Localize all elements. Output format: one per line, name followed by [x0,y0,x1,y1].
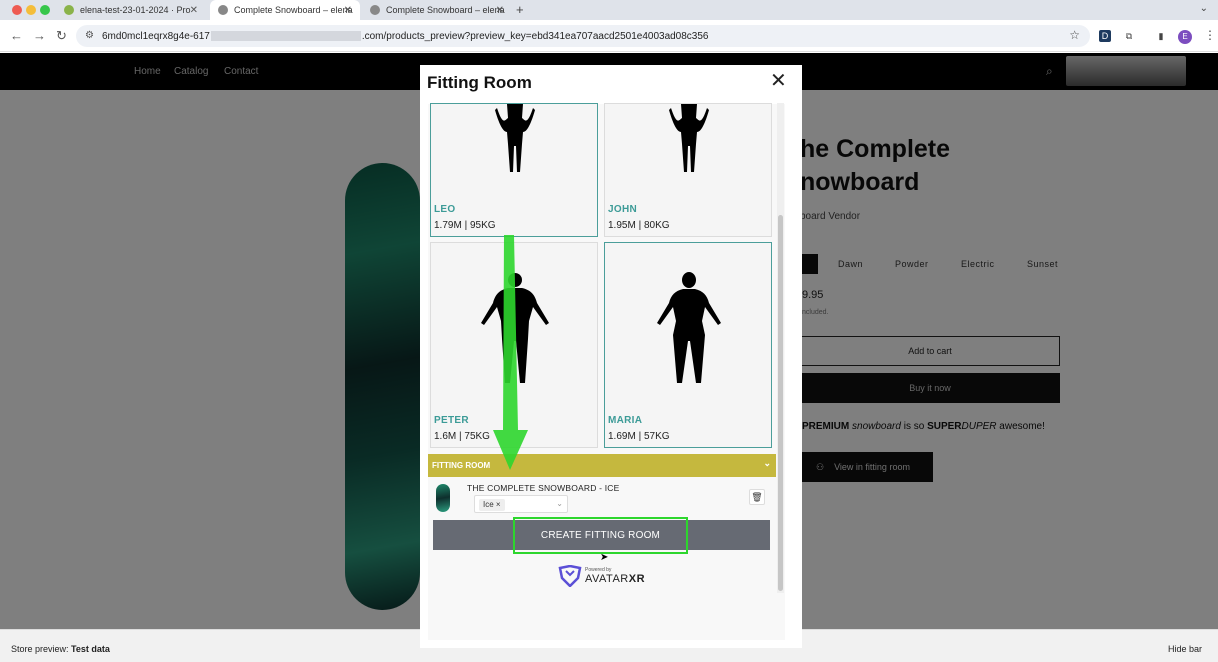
variant-select[interactable]: Ice × ⌄ [474,495,568,513]
tab-3[interactable]: Complete Snowboard – elena ✕ [362,0,512,20]
tab-label: elena-test-23-01-2024 · Pro [80,5,191,15]
bookmark-star-icon[interactable]: ☆ [1069,28,1080,42]
avatar-card-john[interactable]: JOHN 1.95M | 80KG [604,103,772,237]
tab-label: Complete Snowboard – elena [386,5,505,15]
modal-title: Fitting Room [427,73,532,92]
close-window-button[interactable] [12,5,22,15]
shopify-icon [64,5,74,15]
avatar-card-peter[interactable]: PETER 1.6M | 75KG [430,242,598,448]
avatar-name: JOHN [608,204,637,215]
more-menu-icon[interactable]: ⋮ [1204,28,1216,42]
avatar-name: PETER [434,415,469,426]
maximize-window-button[interactable] [40,5,50,15]
item-title: THE COMPLETE SNOWBOARD - ICE [467,483,620,493]
extension-icon[interactable]: D [1099,30,1111,42]
globe-icon [370,5,380,15]
female-figure-icon [657,272,721,383]
puzzle-icon[interactable]: ⧉ [1123,30,1135,42]
variant-tag[interactable]: Ice × [479,499,505,511]
create-fitting-room-button[interactable]: CREATE FITTING ROOM [513,517,688,554]
back-icon[interactable]: ← [10,28,23,43]
reload-icon[interactable]: ↻ [56,28,67,44]
url-field[interactable]: ⚙ 6md0mcl1eqrx8g4e-617 .com/products_prev… [76,25,1090,47]
avatar-name: LEO [434,204,456,215]
minimize-window-button[interactable] [26,5,36,15]
preview-label: Store preview: Test data [11,644,110,654]
browser-tab-bar: elena-test-23-01-2024 · Pro ✕ Complete S… [0,0,1218,20]
male-figure-icon [481,273,549,383]
avatar-stats: 1.79M | 95KG [434,220,496,231]
mouse-cursor-icon: ➤ [600,552,609,563]
close-icon[interactable]: ✕ [770,71,787,91]
avatar-stats: 1.6M | 75KG [434,431,490,442]
avatar-stats: 1.69M | 57KG [608,431,670,442]
redacted-host [210,31,361,41]
new-tab-button[interactable]: + [516,2,524,17]
avatar-card-maria[interactable]: MARIA 1.69M | 57KG [604,242,772,448]
avatar-card-leo[interactable]: LEO 1.79M | 95KG [430,103,598,237]
scrollbar-thumb[interactable] [778,215,783,591]
url-prefix: 6md0mcl1eqrx8g4e-617 [102,30,210,42]
avatar-name: MARIA [608,415,643,426]
brand-suffix: XR [628,573,646,585]
snowboard-thumbnail [436,484,450,512]
tab-2[interactable]: Complete Snowboard – elena ✕ [210,0,360,20]
address-bar-row: ← → ↻ ⚙ 6md0mcl1eqrx8g4e-617 .com/product… [0,20,1218,52]
url-suffix: .com/products_preview?preview_key=ebd341… [361,30,709,42]
tab-1[interactable]: elena-test-23-01-2024 · Pro ✕ [56,0,206,20]
avatar-stats: 1.95M | 80KG [608,220,670,231]
sidebar-icon[interactable]: ▮ [1155,30,1167,42]
close-icon[interactable]: ✕ [190,5,198,16]
brand-main: AVATAR [585,573,629,585]
globe-icon [218,5,228,15]
chevron-down-icon[interactable]: ⌄ [1200,3,1208,14]
profile-avatar[interactable]: E [1178,30,1192,44]
hide-bar-button[interactable]: Hide bar [1168,644,1202,654]
site-info-icon[interactable]: ⚙ [85,30,94,41]
forward-icon[interactable]: → [33,28,46,43]
brand-name: AVATARXR [585,573,645,585]
accordion-label: FITTING ROOM [432,461,491,470]
fitting-room-accordion[interactable]: FITTING ROOM ⌄ [428,454,776,477]
tab-label: Complete Snowboard – elena [234,5,353,15]
male-figure-icon [669,104,709,172]
preview-value: Test data [71,644,110,654]
male-figure-icon [495,104,535,172]
preview-label-text: Store preview: [11,644,69,654]
close-icon[interactable]: ✕ [496,5,504,16]
trash-icon[interactable]: 🗑 [749,489,765,505]
chevron-down-icon[interactable]: ⌄ [556,499,563,508]
close-icon[interactable]: ✕ [344,5,352,16]
chevron-down-icon[interactable]: ⌄ [763,458,771,469]
avatarxr-logo-icon [558,565,582,587]
